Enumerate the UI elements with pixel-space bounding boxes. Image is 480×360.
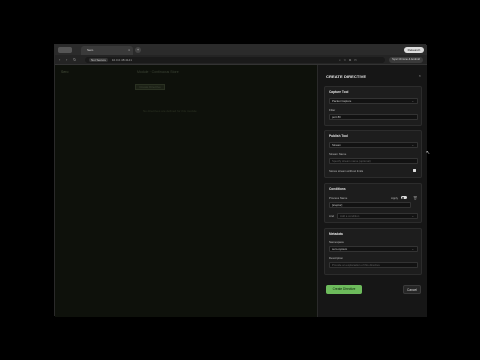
panel-title: CREATE DIRECTIVE	[326, 74, 367, 79]
stores-stream-checkbox[interactable]	[413, 169, 416, 172]
filter-value: port 80	[332, 115, 341, 119]
address-bar: ‹ › ↻ Not Secure 10.0.0.48:4141 ⌕ ☆ ⧉ ▭ …	[55, 55, 427, 65]
process-name-label: Process Name	[329, 196, 348, 200]
empty-state-text: No directives are defined for this modul…	[143, 109, 197, 113]
metadata-card: Metadata Namespace sero-system ⌄ Descrip…	[324, 228, 422, 275]
new-tab-button[interactable]: +	[135, 47, 141, 53]
chevron-down-icon: ⌄	[411, 99, 414, 103]
mouse-cursor-icon: ↖	[426, 150, 431, 156]
trash-icon[interactable]: 🗑	[413, 196, 417, 201]
app-area: Sero Module · Continuous Store Create Di…	[55, 65, 431, 317]
chevron-down-icon: ⌄	[411, 214, 414, 218]
metadata-heading: Metadata	[329, 232, 343, 236]
process-name-value: [sreptor]	[332, 203, 343, 207]
filter-input[interactable]: port 80	[329, 114, 418, 120]
app-brand: Sero	[61, 70, 69, 74]
capture-tool-value: Packet Capture	[332, 99, 352, 103]
back-icon[interactable]: ‹	[59, 57, 60, 62]
namespace-value: sero-system	[332, 247, 348, 251]
cancel-button[interactable]: Cancel	[403, 285, 421, 294]
stores-stream-label: Stores stream without limits	[329, 169, 364, 173]
sync-button[interactable]: Sync Chrome & Android	[389, 57, 423, 63]
process-name-input[interactable]: [sreptor]	[329, 202, 411, 208]
stream-name-input[interactable]: Specify stream name (optional)	[329, 158, 418, 164]
description-label: Description	[329, 256, 343, 260]
publish-heading: Publish Tool	[329, 134, 348, 138]
background-create-button: Create Directive	[135, 84, 165, 90]
tab-title: Sero	[87, 48, 94, 52]
dimmed-background[interactable]: Sero Module · Continuous Store Create Di…	[55, 65, 317, 317]
chevron-down-icon: ⌄	[411, 143, 414, 147]
breadcrumb: Module · Continuous Store	[137, 70, 179, 74]
create-directive-button[interactable]: Create Directive	[326, 285, 362, 294]
close-icon[interactable]: ×	[419, 73, 421, 78]
capture-tool-card: Capture Tool Packet Capture ⌄ Filter por…	[324, 86, 422, 126]
conditions-card: Conditions Process Name Apply 🗑 [sreptor…	[324, 183, 422, 223]
publish-tool-value: Stream	[332, 143, 342, 147]
tab-sero[interactable]: Sero ×	[81, 46, 133, 55]
conditions-heading: Conditions	[329, 187, 346, 191]
stream-name-placeholder: Specify stream name (optional)	[332, 159, 371, 163]
namespace-select[interactable]: sero-system ⌄	[329, 246, 418, 252]
window-controls[interactable]	[58, 47, 72, 53]
tab-bar: Sero × + Relaunch	[55, 45, 427, 55]
relaunch-button[interactable]: Relaunch	[404, 47, 424, 53]
reload-icon[interactable]: ↻	[73, 57, 76, 62]
namespace-label: Namespace	[329, 240, 344, 244]
create-directive-panel: CREATE DIRECTIVE × Capture Tool Packet C…	[317, 65, 431, 317]
add-condition-placeholder: Add a condition	[340, 214, 360, 218]
apply-toggle[interactable]	[401, 196, 407, 199]
not-secure-badge[interactable]: Not Secure	[89, 58, 109, 62]
add-condition-select[interactable]: Add a condition ⌄	[337, 213, 418, 219]
forward-icon[interactable]: ›	[66, 57, 67, 62]
browser-window: Sero × + Relaunch ‹ › ↻ Not Secure 10.0.…	[54, 44, 431, 317]
stream-name-label: Stream Name	[329, 152, 347, 156]
apply-label: Apply	[391, 196, 398, 200]
capture-heading: Capture Tool	[329, 90, 349, 94]
description-input[interactable]: Provide an explanation of this directive	[329, 262, 418, 268]
capture-tool-select[interactable]: Packet Capture ⌄	[329, 98, 418, 104]
filter-label: Filter	[329, 108, 336, 112]
tab-close-icon[interactable]: ×	[128, 46, 130, 55]
chevron-down-icon: ⌄	[411, 247, 414, 251]
toolbar-icons[interactable]: ⌕ ☆ ⧉ ▭	[339, 58, 358, 62]
description-placeholder: Provide an explanation of this directive	[332, 263, 380, 267]
url-text: 10.0.0.48:4141	[111, 58, 132, 62]
and-label: And	[329, 214, 334, 218]
publish-tool-select[interactable]: Stream ⌄	[329, 142, 418, 148]
publish-tool-card: Publish Tool Stream ⌄ Stream Name Specif…	[324, 130, 422, 178]
